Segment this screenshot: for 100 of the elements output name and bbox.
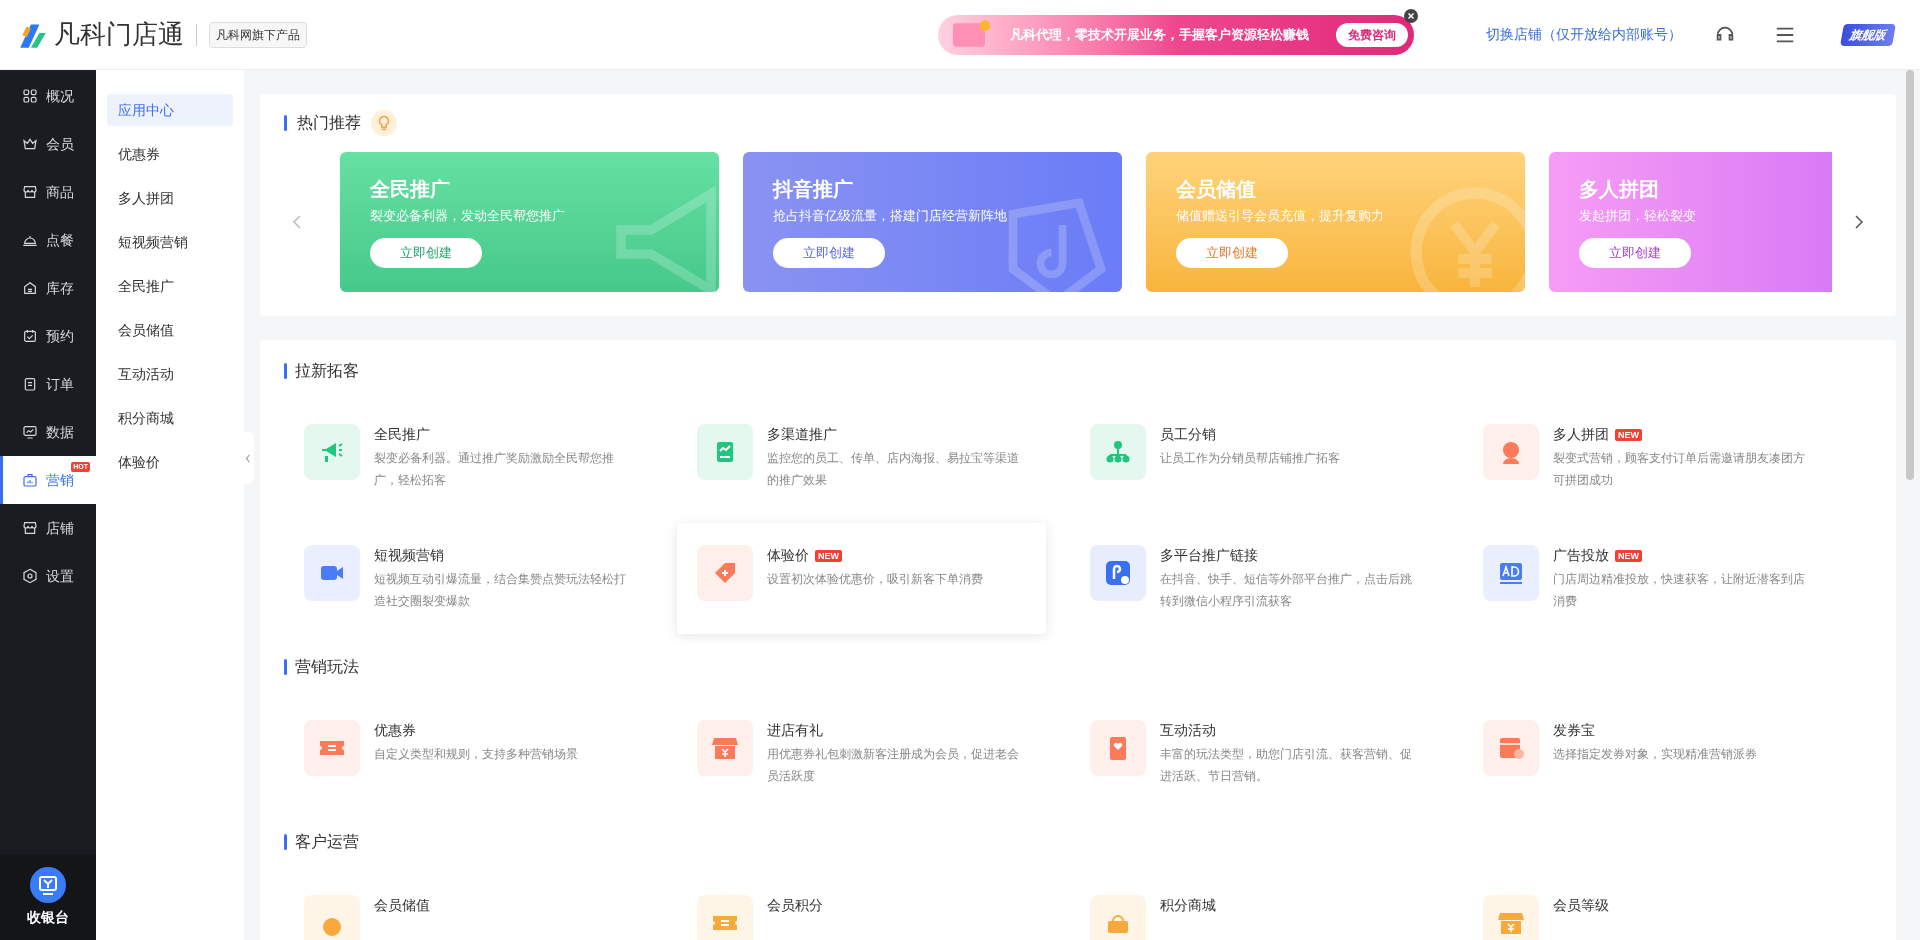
app-item[interactable]: 短视频营销 短视频互动引爆流量，结合集赞点赞玩法轻松打造社交圈裂变爆款 <box>284 523 653 634</box>
nav-item[interactable]: 店铺 <box>0 504 96 552</box>
chevron-right-icon[interactable] <box>1854 214 1864 230</box>
subnav-item[interactable]: 多人拼团 <box>107 182 233 214</box>
app-item[interactable]: 进店有礼 用优惠券礼包刺激新客注册成为会员，促进老会员活跃度 <box>677 698 1046 809</box>
grid-icon <box>22 88 38 104</box>
nav-item[interactable]: 库存 <box>0 264 96 312</box>
app-title: 广告投放 <box>1553 546 1609 565</box>
promo-card-desc: 储值赠送引导会员充值，提升复购力 <box>1176 207 1385 225</box>
app-item[interactable]: 多人拼团 NEW 裂变式营销，顾客支付订单后需邀请朋友凑团方可拼团成功 <box>1463 402 1832 513</box>
app-title: 优惠券 <box>374 721 416 740</box>
app-desc: 自定义类型和规则，支持多种营销场景 <box>374 746 578 763</box>
app-title: 会员储值 <box>374 896 430 915</box>
app-title: 会员等级 <box>1553 896 1609 915</box>
nav-item[interactable]: 预约 <box>0 312 96 360</box>
promo-card-title: 全民推广 <box>370 177 451 202</box>
app-item[interactable]: 会员等级 <box>1463 873 1832 940</box>
promo-card-desc: 裂变必备利器，发动全民帮您推广 <box>370 207 566 225</box>
app-item[interactable]: 会员储值 <box>284 873 653 940</box>
app-title: 会员积分 <box>767 896 823 915</box>
subnav-item[interactable]: 积分商城 <box>107 402 233 434</box>
subnav-item[interactable]: 优惠券 <box>107 138 233 170</box>
app-desc: 监控您的员工、传单、店内海报、易拉宝等渠道的推广效果 <box>767 450 1020 489</box>
app-title: 积分商城 <box>1160 896 1216 915</box>
promo-card-desc: 发起拼团，轻松裂变 <box>1579 207 1697 225</box>
app-desc: 丰富的玩法类型，助您门店引流、获客营销、促进活跃、节日营销。 <box>1160 746 1413 785</box>
app-desc: 短视频互动引爆流量，结合集赞点赞玩法轻松打造社交圈裂变爆款 <box>374 571 627 610</box>
settings-icon <box>22 568 38 584</box>
app-title: 全民推广 <box>374 425 430 444</box>
app-item[interactable]: 多平台推广链接 在抖音、快手、短信等外部平台推广，点击后跳转到微信小程序引流获客 <box>1070 523 1439 634</box>
logo-text: 凡科门店通 <box>54 18 184 51</box>
subnav-item[interactable]: 短视频营销 <box>107 226 233 258</box>
nav-item[interactable]: 会员 <box>0 120 96 168</box>
promo-card-desc: 抢占抖音亿级流量，搭建门店经营新阵地 <box>773 207 1008 225</box>
section-title: 热门推荐 <box>297 113 361 133</box>
app-item[interactable]: 员工分销 让员工作为分销员帮店铺推广拓客 <box>1070 402 1439 513</box>
create-button[interactable]: 立即创建 <box>773 237 885 268</box>
promo-text: 凡科代理，零技术开展业务，手握客户资源轻松赚钱 <box>1010 25 1310 44</box>
section-title: 拉新拓客 <box>295 361 359 381</box>
house-icon <box>22 280 38 296</box>
chevron-left-icon <box>245 453 251 463</box>
app-item[interactable]: 发券宝 选择指定发券对象，实现精准营销派券 <box>1463 698 1832 809</box>
app-title: 短视频营销 <box>374 546 444 565</box>
app-title: 体验价 <box>767 546 809 565</box>
app-title: 发券宝 <box>1553 721 1595 740</box>
app-desc: 让员工作为分销员帮店铺推广拓客 <box>1160 450 1340 467</box>
store-icon <box>22 520 38 536</box>
app-desc: 在抖音、快手、短信等外部平台推广，点击后跳转到微信小程序引流获客 <box>1160 571 1413 610</box>
new-badge: NEW <box>1615 549 1642 562</box>
nav-item[interactable]: 订单 <box>0 360 96 408</box>
switch-store-link[interactable]: 切换店铺（仅开放给内部账号） <box>1486 24 1682 45</box>
scrollbar[interactable] <box>1906 70 1914 480</box>
subnav-item[interactable]: 会员储值 <box>107 314 233 346</box>
section-title: 营销玩法 <box>295 657 359 677</box>
app-item[interactable]: 互动活动 丰富的玩法类型，助您门店引流、获客营销、促进活跃、节日营销。 <box>1070 698 1439 809</box>
app-item[interactable]: 体验价 NEW 设置初次体验优惠价，吸引新客下单消费 <box>677 523 1046 634</box>
product-tag: 凡科网旗下产品 <box>209 21 307 48</box>
edition-badge: 旗舰版 <box>1840 23 1896 46</box>
monitor-icon <box>22 424 38 440</box>
promo-card-title: 会员储值 <box>1176 177 1257 202</box>
cashier-button[interactable]: 收银台 <box>0 854 96 940</box>
nav-item[interactable]: 商品 <box>0 168 96 216</box>
app-title: 进店有礼 <box>767 721 823 740</box>
subnav-item[interactable]: 全民推广 <box>107 270 233 302</box>
app-item[interactable]: 广告投放 NEW 门店周边精准投放，快速获客，让附近潜客到店消费 <box>1463 523 1832 634</box>
calendar-icon <box>22 328 38 344</box>
promo-card[interactable]: 多人拼团 发起拼团，轻松裂变 立即创建 <box>1549 152 1832 292</box>
create-button[interactable]: 立即创建 <box>1579 237 1691 268</box>
subnav-item[interactable]: 体验价 <box>107 446 233 478</box>
clipboard-icon <box>22 376 38 392</box>
app-title: 员工分销 <box>1160 425 1216 444</box>
promo-banner[interactable]: 凡科代理，零技术开展业务，手握客户资源轻松赚钱 免费咨询 <box>938 14 1414 55</box>
app-desc: 裂变式营销，顾客支付订单后需邀请朋友凑团方可拼团成功 <box>1553 450 1806 489</box>
promo-card-title: 多人拼团 <box>1579 177 1660 202</box>
consult-button[interactable]: 免费咨询 <box>1336 22 1408 47</box>
app-title: 多渠道推广 <box>767 425 837 444</box>
crown-icon <box>22 136 38 152</box>
bag-icon <box>22 472 38 488</box>
nav-item[interactable]: 数据 <box>0 408 96 456</box>
app-item[interactable]: 优惠券 自定义类型和规则，支持多种营销场景 <box>284 698 653 809</box>
lightbulb-icon <box>371 110 397 136</box>
app-title: 多平台推广链接 <box>1160 546 1258 565</box>
subnav-item[interactable]: 互动活动 <box>107 358 233 390</box>
store-icon <box>22 184 38 200</box>
app-item[interactable]: 积分商城 <box>1070 873 1439 940</box>
new-badge: NEW <box>1615 428 1642 441</box>
app-item[interactable]: 全民推广 裂变必备利器。通过推广奖励激励全民帮您推广，轻松拓客 <box>284 402 653 513</box>
promo-card[interactable]: 抖音推广 抢占抖音亿级流量，搭建门店经营新阵地 立即创建 <box>743 152 1122 292</box>
app-item[interactable]: 多渠道推广 监控您的员工、传单、店内海报、易拉宝等渠道的推广效果 <box>677 402 1046 513</box>
promo-card-title: 抖音推广 <box>773 177 854 202</box>
app-desc: 用优惠券礼包刺激新客注册成为会员，促进老会员活跃度 <box>767 746 1020 785</box>
collapse-handle[interactable] <box>242 432 254 484</box>
nav-item[interactable]: 点餐 <box>0 216 96 264</box>
subnav-item[interactable]: 应用中心 <box>107 94 233 126</box>
nav-item[interactable]: 设置 <box>0 552 96 600</box>
app-item[interactable]: 会员积分 <box>677 873 1046 940</box>
close-icon[interactable] <box>1404 8 1418 23</box>
app-title: 互动活动 <box>1160 721 1216 740</box>
nav-item[interactable]: 概况 <box>0 72 96 120</box>
app-desc: 设置初次体验优惠价，吸引新客下单消费 <box>767 571 983 588</box>
